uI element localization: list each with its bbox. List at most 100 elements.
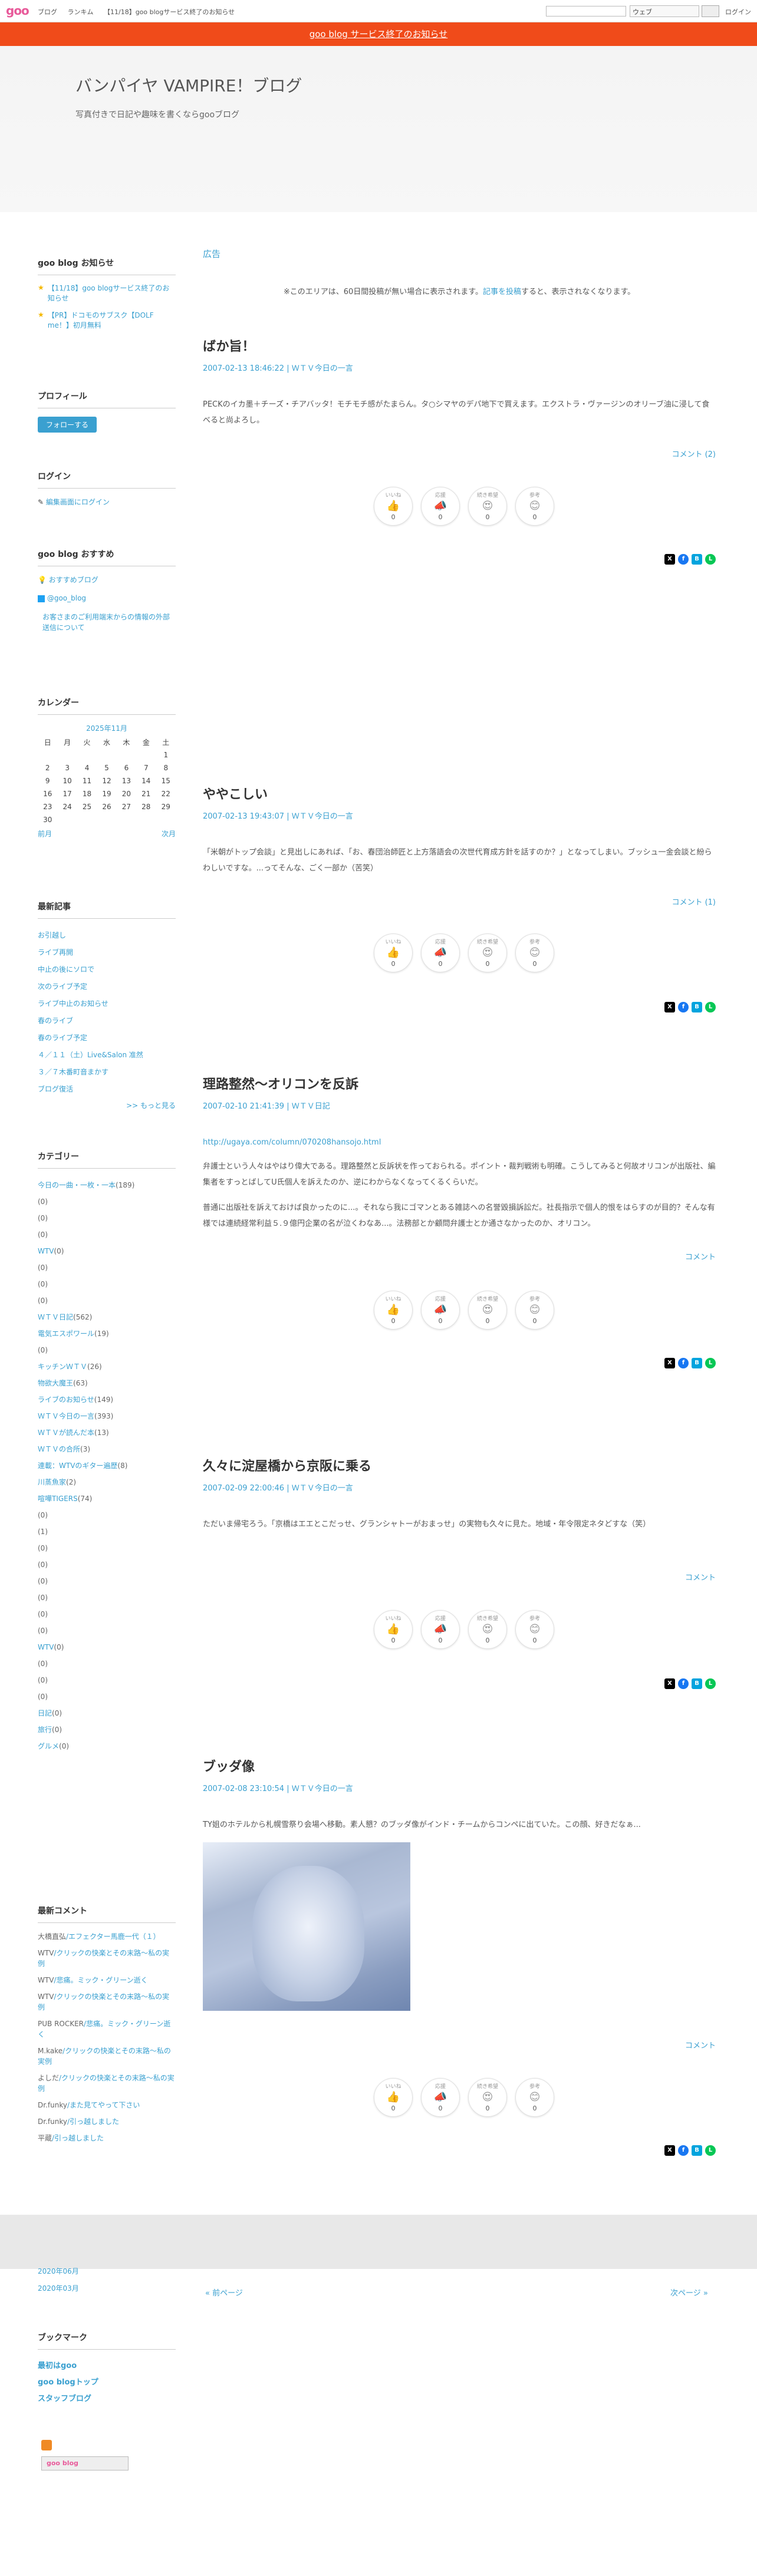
blog-title[interactable]: バンパイヤ VAMPIRE！ブログ (75, 73, 302, 97)
bookmark-item[interactable]: goo blogトップ (38, 2374, 176, 2391)
category-item[interactable]: (1) (38, 1523, 176, 1540)
comment-link[interactable]: コメント (685, 2039, 716, 2050)
line-share-icon[interactable]: L (705, 554, 716, 565)
comment-item[interactable]: 大橋直弘/エフェクター馬鹿一代（１） (38, 1931, 176, 1942)
recommend-item[interactable]: @goo_blog (38, 594, 176, 602)
facebook-share-icon[interactable]: f (678, 2145, 689, 2156)
reaction-button[interactable]: 続き希望 😍 0 (468, 2078, 507, 2117)
recommend-item[interactable]: 💡 おすすめブログ (38, 575, 176, 585)
recent-item[interactable]: ４／１１（土）Live&Salon 准然 (38, 1047, 176, 1064)
line-share-icon[interactable]: L (705, 1002, 716, 1012)
post-date[interactable]: 2007-02-08 23:10:54 (203, 1785, 284, 1793)
category-item[interactable]: (0) (38, 1276, 176, 1292)
reaction-button[interactable]: 続き希望 😍 0 (468, 487, 507, 526)
prev-page-link[interactable]: « 前ページ (205, 2287, 243, 2298)
category-item[interactable]: (0) (38, 1606, 176, 1622)
reaction-button[interactable]: いいね 👍 0 (374, 487, 413, 526)
category-item[interactable]: (0) (38, 1655, 176, 1672)
post-date[interactable]: 2007-02-09 22:00:46 (203, 1484, 284, 1493)
comment-item[interactable]: よしだ/クリックの快楽とその末路〜私の実例 (38, 2073, 176, 2094)
reaction-button[interactable]: 参考 😊 0 (515, 1610, 554, 1649)
recent-item[interactable]: 春のライブ (38, 1012, 176, 1030)
category-item[interactable]: グルメ(0) (38, 1738, 176, 1754)
comment-item[interactable]: WTV/クリックの快楽とその末路〜私の実例 (38, 1948, 176, 1969)
comment-item[interactable]: PUB ROCKER/悲痛。ミック・グリーン逝く (38, 2018, 176, 2040)
facebook-share-icon[interactable]: f (678, 1358, 689, 1368)
comment-link[interactable]: コメント (685, 1251, 716, 1262)
category-item[interactable]: (0) (38, 1688, 176, 1705)
line-share-icon[interactable]: L (705, 1678, 716, 1689)
x-share-icon[interactable]: X (664, 1358, 675, 1368)
comment-item[interactable]: 平蔵/引っ越しました (38, 2133, 176, 2143)
login-item[interactable]: ✎ 編集画面にログイン (38, 497, 176, 507)
category-item[interactable]: ＷＴＶ今日の一言(393) (38, 1408, 176, 1424)
category-item[interactable]: WTV(0) (38, 1243, 176, 1259)
category-item[interactable]: 川蒸魚家(2) (38, 1474, 176, 1490)
recent-item[interactable]: 中止の後にソロで (38, 961, 176, 978)
category-item[interactable]: ＷＴＶが読んだ本(13) (38, 1424, 176, 1441)
bookmark-item[interactable]: スタッフブログ (38, 2391, 176, 2407)
reaction-button[interactable]: 応援 📣 0 (421, 2078, 460, 2117)
comment-link[interactable]: コメント (685, 1571, 716, 1582)
comment-item[interactable]: Dr.funky/引っ越しました (38, 2116, 176, 2127)
category-item[interactable]: 物欲大魔王(63) (38, 1375, 176, 1391)
post-title[interactable]: ばか旨！ (203, 336, 716, 355)
category-item[interactable]: キッチンＷＴＶ(26) (38, 1358, 176, 1375)
post-article-link[interactable]: 記事を投稿 (483, 288, 521, 296)
post-title[interactable]: ブッダ像 (203, 1756, 716, 1775)
goo-logo[interactable]: goo (6, 4, 29, 18)
category-item[interactable]: 今日の一曲・一枚・一本(189) (38, 1177, 176, 1193)
rss-icon[interactable] (41, 2440, 52, 2450)
x-share-icon[interactable]: X (664, 1678, 675, 1689)
recent-item[interactable]: ブログ復活 (38, 1081, 176, 1098)
category-item[interactable]: (0) (38, 1507, 176, 1523)
comment-item[interactable]: M.kake/クリックの快楽とその末路〜私の実例 (38, 2046, 176, 2067)
post-category[interactable]: ＷＴＶ今日の一言 (292, 364, 353, 373)
post-title[interactable]: 久々に淀屋橋から京阪に乗る (203, 1456, 716, 1475)
post-category[interactable]: ＷＴＶ今日の一言 (292, 1785, 353, 1793)
category-item[interactable]: (0) (38, 1226, 176, 1243)
goo-blog-badge[interactable]: goo blog (41, 2456, 129, 2471)
category-item[interactable]: 喧嘩TIGERS(74) (38, 1490, 176, 1507)
recent-item[interactable]: ３／７木番町音まかす (38, 1064, 176, 1081)
hatena-share-icon[interactable]: B (692, 1002, 702, 1012)
category-item[interactable]: ＷＴＶ日記(562) (38, 1309, 176, 1325)
post-date[interactable]: 2007-02-13 19:43:07 (203, 812, 284, 821)
x-share-icon[interactable]: X (664, 2145, 675, 2156)
category-item[interactable]: (0) (38, 1556, 176, 1573)
search-scope-select[interactable]: ウェブ (630, 5, 699, 17)
reaction-button[interactable]: 続き希望 😍 0 (468, 1610, 507, 1649)
hatena-share-icon[interactable]: B (692, 1678, 702, 1689)
recent-item[interactable]: お引越し (38, 927, 176, 944)
reaction-button[interactable]: 応援 📣 0 (421, 1291, 460, 1330)
archive-item[interactable]: 2020年03月 (38, 2280, 79, 2297)
category-item[interactable]: (0) (38, 1193, 176, 1210)
nav-blog[interactable]: ブログ (38, 8, 57, 16)
hatena-share-icon[interactable]: B (692, 2145, 702, 2156)
reaction-button[interactable]: 参考 😊 0 (515, 1291, 554, 1330)
search-input[interactable] (546, 6, 626, 17)
category-item[interactable]: 電気エスポワール(19) (38, 1325, 176, 1342)
hatena-share-icon[interactable]: B (692, 1358, 702, 1368)
line-share-icon[interactable]: L (705, 2145, 716, 2156)
bookmark-item[interactable]: 最初はgoo (38, 2358, 176, 2374)
recent-item[interactable]: 春のライブ予定 (38, 1030, 176, 1047)
calendar-next[interactable]: 次月 (162, 829, 176, 839)
search-button[interactable] (702, 5, 719, 17)
category-item[interactable]: (0) (38, 1573, 176, 1589)
category-item[interactable]: (0) (38, 1540, 176, 1556)
reaction-button[interactable]: 参考 😊 0 (515, 934, 554, 972)
reaction-button[interactable]: 応援 📣 0 (421, 1610, 460, 1649)
recommend-item[interactable]: お客さまのご利用端末からの情報の外部送信について (38, 612, 176, 633)
post-category[interactable]: ＷＴＶ今日の一言 (292, 1484, 353, 1493)
recent-item[interactable]: ライブ中止のお知らせ (38, 995, 176, 1012)
comment-link[interactable]: コメント (1) (672, 896, 716, 907)
category-item[interactable]: (0) (38, 1292, 176, 1309)
post-category[interactable]: ＷＴＶ今日の一言 (292, 812, 353, 821)
category-item[interactable]: (0) (38, 1672, 176, 1688)
facebook-share-icon[interactable]: f (678, 1002, 689, 1012)
hatena-share-icon[interactable]: B (692, 554, 702, 565)
facebook-share-icon[interactable]: f (678, 554, 689, 565)
post-date[interactable]: 2007-02-10 21:41:39 (203, 1102, 284, 1111)
category-item[interactable]: WTV(0) (38, 1639, 176, 1655)
